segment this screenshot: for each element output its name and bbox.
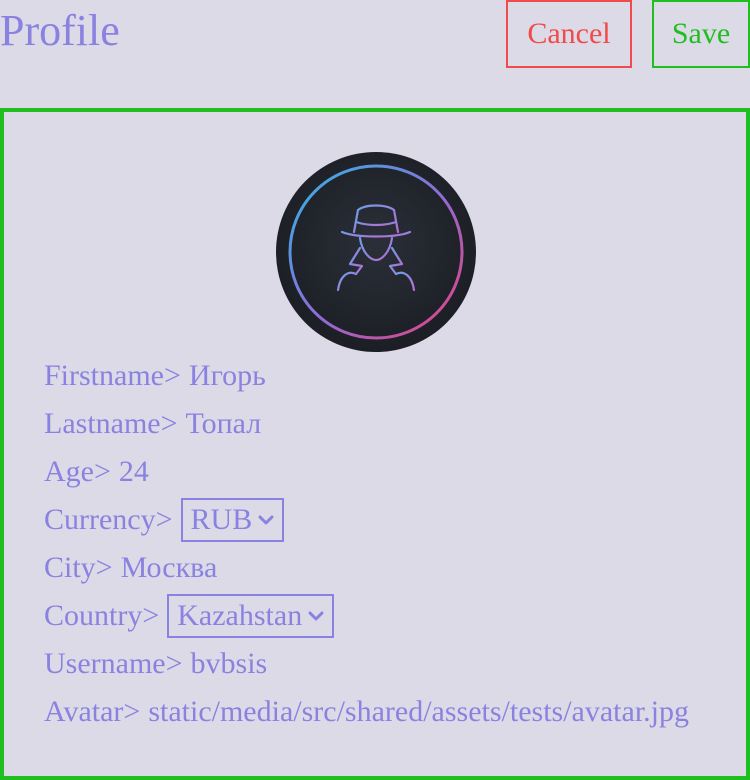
lastname-row: Lastname> Топал — [44, 400, 706, 448]
city-label: City> — [44, 551, 113, 584]
currency-row: Currency> RUB — [44, 496, 706, 544]
currency-label: Currency> — [44, 503, 173, 536]
firstname-row: Firstname> Игорь — [44, 352, 706, 400]
currency-select[interactable]: RUB — [180, 498, 285, 542]
age-row: Age> 24 — [44, 448, 706, 496]
country-select[interactable]: Kazahstan — [167, 594, 335, 638]
avatar-path-row: Avatar> static/media/src/shared/assets/t… — [44, 688, 706, 736]
cancel-button[interactable]: Cancel — [506, 0, 632, 68]
country-label: Country> — [44, 599, 160, 632]
avatar — [276, 152, 476, 352]
lastname-label: Lastname> — [44, 407, 178, 440]
country-row: Country> Kazahstan — [44, 592, 706, 640]
city-value: Москва — [120, 551, 218, 584]
page-title: Profile — [0, 6, 120, 55]
firstname-value: Игорь — [188, 359, 266, 392]
currency-selected: RUB — [190, 503, 253, 536]
age-value: 24 — [118, 455, 149, 488]
avatar-path-label: Avatar> — [44, 695, 141, 728]
firstname-label: Firstname> — [44, 359, 181, 392]
chevron-down-icon — [308, 611, 324, 621]
country-selected: Kazahstan — [177, 599, 303, 632]
username-value: bvbsis — [190, 647, 268, 680]
avatar-path-value: static/media/src/shared/assets/tests/ava… — [148, 695, 690, 728]
lastname-value: Топал — [185, 407, 262, 440]
username-label: Username> — [44, 647, 183, 680]
username-row: Username> bvbsis — [44, 640, 706, 688]
profile-card: Firstname> Игорь Lastname> Топал Age> 24… — [0, 108, 750, 780]
city-row: City> Москва — [44, 544, 706, 592]
save-button[interactable]: Save — [652, 0, 750, 68]
spy-avatar-icon — [288, 164, 464, 340]
chevron-down-icon — [258, 515, 274, 525]
profile-fields: Firstname> Игорь Lastname> Топал Age> 24… — [44, 352, 706, 736]
age-label: Age> — [44, 455, 111, 488]
